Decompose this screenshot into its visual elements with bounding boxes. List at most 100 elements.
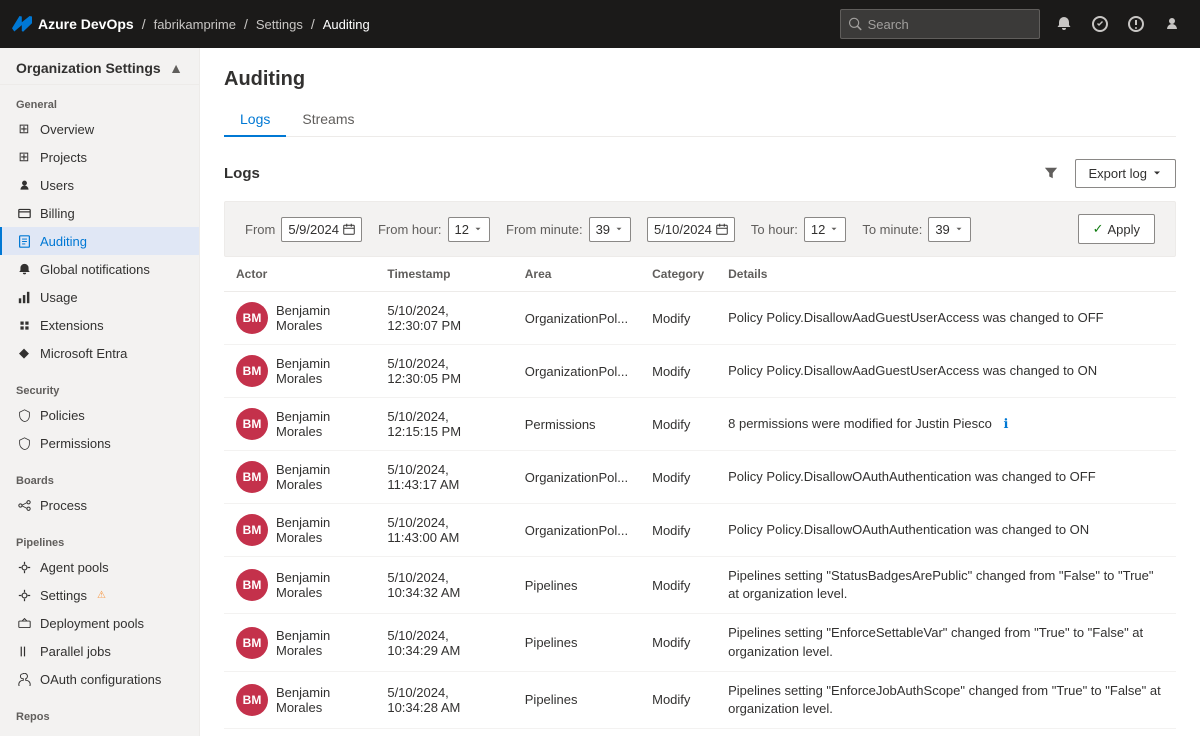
grid-icon: ⊞ <box>16 121 32 137</box>
filter-bar: From 5/9/2024 From hour: 12 <box>224 201 1176 257</box>
from-minute-dropdown[interactable]: 39 <box>589 217 631 242</box>
breadcrumb-sep1: / <box>142 16 146 32</box>
sidebar-item-global-notifications[interactable]: Global notifications <box>0 255 199 283</box>
checkmark-icon: ✓ <box>1093 221 1104 237</box>
filter-button[interactable] <box>1035 157 1067 189</box>
to-hour-dropdown[interactable]: 12 <box>804 217 846 242</box>
table-row: BM Benjamin Morales 5/10/2024, 10:34:29 … <box>224 614 1176 671</box>
user-avatar[interactable] <box>1156 8 1188 40</box>
breadcrumb-settings[interactable]: Settings <box>256 17 303 32</box>
from-date-input[interactable]: 5/9/2024 <box>281 217 362 242</box>
top-navigation: Azure DevOps / fabrikamprime / Settings … <box>0 0 1200 48</box>
cell-timestamp-1: 5/10/2024, 12:30:05 PM <box>375 345 512 398</box>
search-input[interactable] <box>868 17 1031 32</box>
sidebar-item-overview[interactable]: ⊞ Overview <box>0 115 199 143</box>
col-actor: Actor <box>224 257 375 292</box>
sidebar-section-pipelines: Pipelines Agent pools Settings ⚠ Deploym… <box>0 523 199 697</box>
cell-timestamp-5: 5/10/2024, 10:34:32 AM <box>375 557 512 614</box>
azure-devops-logo[interactable]: Azure DevOps <box>12 14 134 34</box>
actor-name-0: Benjamin Morales <box>276 303 363 333</box>
from-hour-dropdown[interactable]: 12 <box>448 217 490 242</box>
table-row: BM Benjamin Morales 5/10/2024, 10:34:28 … <box>224 671 1176 728</box>
export-log-button[interactable]: Export log <box>1075 159 1176 188</box>
avatar-2: BM <box>236 408 268 440</box>
chevron-down-icon <box>1151 167 1163 179</box>
sidebar-collapse[interactable]: ▲ <box>169 60 183 76</box>
cell-details-0: Policy Policy.DisallowAadGuestUserAccess… <box>716 292 1176 345</box>
tab-logs[interactable]: Logs <box>224 103 286 137</box>
oauth-icon <box>16 671 32 687</box>
sidebar-item-settings[interactable]: Settings ⚠ <box>0 581 199 609</box>
cell-category-0: Modify <box>640 292 716 345</box>
avatar-3: BM <box>236 461 268 493</box>
settings-icon <box>16 587 32 603</box>
sidebar-item-projects[interactable]: ⊞ Projects <box>0 143 199 171</box>
to-minute-dropdown[interactable]: 39 <box>928 217 970 242</box>
sidebar-item-users[interactable]: Users <box>0 171 199 199</box>
actor-name-2: Benjamin Morales <box>276 409 363 439</box>
notifications-icon[interactable] <box>1048 8 1080 40</box>
cell-area-3: OrganizationPol... <box>513 451 640 504</box>
cell-timestamp-4: 5/10/2024, 11:43:00 AM <box>375 504 512 557</box>
avatar-7: BM <box>236 684 268 716</box>
cell-details-2: 8 permissions were modified for Justin P… <box>716 398 1176 451</box>
avatar-5: BM <box>236 569 268 601</box>
table-row: BM Benjamin Morales 5/10/2024, 11:43:17 … <box>224 451 1176 504</box>
sidebar-section-title-repos: Repos <box>0 705 199 727</box>
sidebar-item-process[interactable]: Process <box>0 491 199 519</box>
logs-header: Logs Export log <box>224 157 1176 189</box>
sidebar-item-oauth[interactable]: OAuth configurations <box>0 665 199 693</box>
help-icon[interactable] <box>1120 8 1152 40</box>
logs-table-container: Actor Timestamp Area Category Details BM… <box>224 257 1176 729</box>
avatar-6: BM <box>236 627 268 659</box>
to-date-input[interactable]: 5/10/2024 <box>647 217 735 242</box>
from-hour-group: From hour: 12 <box>378 217 490 242</box>
sidebar-section-boards: Boards Process <box>0 461 199 523</box>
sidebar-item-parallel-jobs[interactable]: Parallel jobs <box>0 637 199 665</box>
cell-area-4: OrganizationPol... <box>513 504 640 557</box>
col-timestamp: Timestamp <box>375 257 512 292</box>
sidebar-item-usage[interactable]: Usage <box>0 283 199 311</box>
breadcrumb-org: fabrikamprime <box>154 17 236 32</box>
cell-timestamp-7: 5/10/2024, 10:34:28 AM <box>375 671 512 728</box>
cell-category-6: Modify <box>640 614 716 671</box>
cell-details-7: Pipelines setting "EnforceJobAuthScope" … <box>716 671 1176 728</box>
cell-area-6: Pipelines <box>513 614 640 671</box>
from-minute-label: From minute: <box>506 222 583 237</box>
cell-details-5: Pipelines setting "StatusBadgesArePublic… <box>716 557 1176 614</box>
cell-area-7: Pipelines <box>513 671 640 728</box>
cell-area-5: Pipelines <box>513 557 640 614</box>
sidebar-item-agent-pools[interactable]: Agent pools <box>0 553 199 581</box>
tab-streams[interactable]: Streams <box>286 103 370 137</box>
cell-actor-7: BM Benjamin Morales <box>224 671 375 728</box>
to-date-group: 5/10/2024 <box>647 217 735 242</box>
sidebar-item-deployment-pools[interactable]: Deployment pools <box>0 609 199 637</box>
sidebar-item-extensions[interactable]: Extensions <box>0 311 199 339</box>
cell-timestamp-0: 5/10/2024, 12:30:07 PM <box>375 292 512 345</box>
actor-name-5: Benjamin Morales <box>276 570 363 600</box>
apply-button[interactable]: ✓ Apply <box>1078 214 1155 244</box>
calendar-icon <box>343 223 355 235</box>
search-icon <box>849 17 862 31</box>
users-icon <box>16 177 32 193</box>
parallel-icon <box>16 643 32 659</box>
sidebar-item-billing[interactable]: Billing <box>0 199 199 227</box>
sidebar-item-microsoft-entra[interactable]: ◆ Microsoft Entra <box>0 339 199 367</box>
actor-name-1: Benjamin Morales <box>276 356 363 386</box>
search-box[interactable] <box>840 9 1040 39</box>
sidebar-item-auditing[interactable]: Auditing <box>0 227 199 255</box>
sidebar-item-permissions[interactable]: Permissions <box>0 429 199 457</box>
cell-area-2: Permissions <box>513 398 640 451</box>
breadcrumb-sep3: / <box>311 16 315 32</box>
cell-actor-0: BM Benjamin Morales <box>224 292 375 345</box>
sidebar-section-title-boards: Boards <box>0 469 199 491</box>
cell-details-6: Pipelines setting "EnforceSettableVar" c… <box>716 614 1176 671</box>
sidebar-item-policies[interactable]: Policies <box>0 401 199 429</box>
cell-details-3: Policy Policy.DisallowOAuthAuthenticatio… <box>716 451 1176 504</box>
basket-icon[interactable] <box>1084 8 1116 40</box>
from-minute-group: From minute: 39 <box>506 217 631 242</box>
cell-details-1: Policy Policy.DisallowAadGuestUserAccess… <box>716 345 1176 398</box>
info-icon-2[interactable]: ℹ <box>1003 416 1008 431</box>
sidebar-section-title-general: General <box>0 93 199 115</box>
logs-actions: Export log <box>1035 157 1176 189</box>
